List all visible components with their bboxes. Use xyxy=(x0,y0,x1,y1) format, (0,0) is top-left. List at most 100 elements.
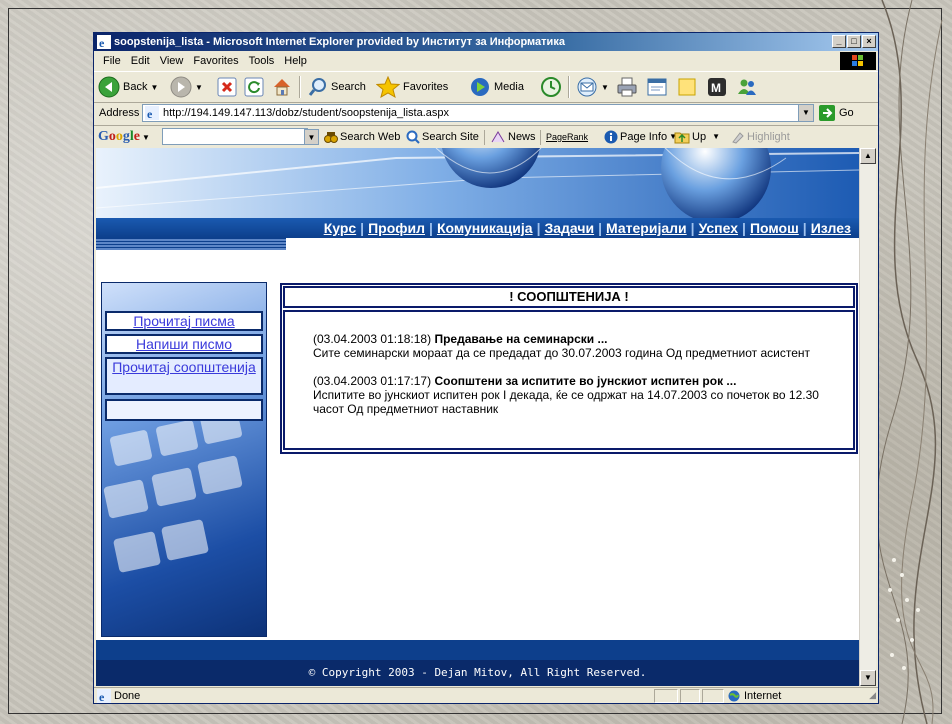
news-icon xyxy=(491,131,505,143)
toolbar-separator xyxy=(484,130,485,145)
google-logo-letter: g xyxy=(122,129,130,144)
mail-icon xyxy=(577,77,597,97)
google-logo-letter: o xyxy=(115,129,123,144)
announcement-title[interactable]: Соопштени за испитите во јунскиот испите… xyxy=(434,374,736,388)
status-cell xyxy=(680,689,700,703)
media-label: Media xyxy=(494,81,524,93)
menu-tools[interactable]: Tools xyxy=(244,51,280,71)
maximize-button[interactable]: □ xyxy=(847,35,861,48)
toolbar-separator xyxy=(540,130,541,145)
menu-file[interactable]: File xyxy=(98,51,126,71)
scroll-down-button[interactable]: ▼ xyxy=(860,670,876,686)
windows-logo-throbber xyxy=(840,52,876,70)
footer-band xyxy=(96,640,859,660)
news-button[interactable]: News xyxy=(490,126,536,148)
announcement-title[interactable]: Предавање на семинарски ... xyxy=(434,332,607,346)
page-info-button[interactable]: Page Info ▼ xyxy=(604,126,677,148)
menu-favorites[interactable]: Favorites xyxy=(188,51,243,71)
news-label: News xyxy=(508,131,536,143)
menu-help[interactable]: Help xyxy=(279,51,312,71)
announcement-item[interactable]: (03.04.2003 01:18:18) Предавање на семин… xyxy=(313,332,825,360)
nav-zadachi[interactable]: Задачи xyxy=(544,220,594,236)
history-button[interactable] xyxy=(540,75,562,99)
resize-grip[interactable]: ◢ xyxy=(869,687,876,703)
forward-button[interactable]: ▼ xyxy=(170,75,203,99)
decorative-stripes xyxy=(96,238,286,250)
search-button[interactable]: Search xyxy=(308,75,366,99)
refresh-icon xyxy=(244,77,264,97)
buddies-button[interactable] xyxy=(736,75,758,99)
nav-separator: | xyxy=(742,220,746,236)
home-icon xyxy=(274,79,290,96)
status-cell xyxy=(654,689,678,703)
forward-arrow-icon xyxy=(170,76,192,98)
google-logo[interactable]: Google ▼ xyxy=(98,126,150,149)
nav-kurs[interactable]: Курс xyxy=(324,220,356,236)
nav-materijali[interactable]: Материјали xyxy=(606,220,687,236)
nav-pomosh[interactable]: Помош xyxy=(750,220,799,236)
search-web-label: Search Web xyxy=(340,131,401,143)
msn-icon: M xyxy=(708,78,726,96)
back-button[interactable]: Back ▼ xyxy=(98,75,158,99)
info-icon xyxy=(604,130,618,144)
zone-label: Internet xyxy=(744,690,782,702)
home-button[interactable] xyxy=(271,75,293,99)
nav-izlez[interactable]: Излез xyxy=(811,220,851,236)
refresh-button[interactable] xyxy=(244,75,264,99)
menu-view[interactable]: View xyxy=(155,51,189,71)
pagerank-indicator: PageRank xyxy=(544,126,588,148)
nav-separator: | xyxy=(690,220,695,236)
chevron-down-icon: ▼ xyxy=(601,82,609,92)
media-button[interactable]: Media xyxy=(469,75,524,99)
chevron-down-icon: ▼ xyxy=(140,133,150,142)
favorites-button[interactable]: Favorites xyxy=(376,75,448,99)
address-dropdown-button[interactable]: ▼ xyxy=(798,105,813,121)
go-button[interactable]: Go xyxy=(819,104,854,122)
highlight-button[interactable]: Highlight xyxy=(731,126,790,148)
read-messages-link[interactable]: Прочитај писма xyxy=(105,311,263,331)
svg-text:e: e xyxy=(99,36,105,49)
search-site-button[interactable]: Search Site xyxy=(406,126,479,148)
nav-profil[interactable]: Профил xyxy=(368,220,425,236)
page-footer: © Copyright 2003 - Dejan Mitov, All Righ… xyxy=(96,660,859,686)
nav-uspeh[interactable]: Успех xyxy=(699,220,738,236)
page-viewport: Курс | Профил | Комуникација | Задачи | Материја… xyxy=(96,148,859,686)
discuss-button[interactable] xyxy=(676,75,698,99)
search-web-button[interactable]: Search Web xyxy=(324,126,400,148)
announcement-timestamp: (03.04.2003 01:17:17) xyxy=(313,374,432,388)
favorites-star-icon xyxy=(376,76,400,98)
favorites-label: Favorites xyxy=(403,81,449,93)
stop-button[interactable] xyxy=(217,75,237,99)
scroll-up-button[interactable]: ▲ xyxy=(860,148,876,164)
up-button[interactable]: Up ▼ xyxy=(674,126,720,148)
address-bar: Address e http://194.149.147.113/dobz/st… xyxy=(94,102,878,124)
announcement-item[interactable]: (03.04.2003 01:17:17) Соопштени за испит… xyxy=(313,374,825,416)
read-announcements-link[interactable]: Прочитај соопштенија xyxy=(105,357,263,395)
minimize-button[interactable]: _ xyxy=(832,35,846,48)
search-icon xyxy=(308,78,326,96)
google-search-dropdown[interactable]: ▼ xyxy=(304,129,319,145)
mail-button[interactable]: ▼ xyxy=(576,75,609,99)
windows-flag-icon xyxy=(852,55,863,66)
toolbar-separator xyxy=(568,76,570,98)
edit-button[interactable] xyxy=(646,75,668,99)
address-input[interactable]: e http://194.149.147.113/dobz/student/so… xyxy=(142,104,814,122)
note-icon xyxy=(678,78,696,96)
menu-edit[interactable]: Edit xyxy=(126,51,155,71)
print-button[interactable] xyxy=(616,75,638,99)
vertical-scrollbar[interactable]: ▲ ▼ xyxy=(859,148,876,686)
chevron-down-icon: ▼ xyxy=(150,82,159,92)
svg-text:M: M xyxy=(711,81,721,95)
chevron-down-icon: ▼ xyxy=(712,132,720,141)
messenger-button[interactable]: M xyxy=(706,75,728,99)
nav-komunikacija[interactable]: Комуникација xyxy=(437,220,533,236)
ie-page-icon: e xyxy=(145,106,159,120)
close-button[interactable]: × xyxy=(862,35,876,48)
left-sidebar: Прочитај писма Напиши писмо Прочитај соо… xyxy=(101,282,267,637)
go-arrow-icon xyxy=(819,105,835,121)
search-site-label: Search Site xyxy=(422,131,479,143)
google-search-input[interactable] xyxy=(162,128,308,145)
write-message-link[interactable]: Напиши писмо xyxy=(105,334,263,354)
toolbar-separator xyxy=(299,76,301,98)
chevron-down-icon: ▼ xyxy=(195,82,203,92)
